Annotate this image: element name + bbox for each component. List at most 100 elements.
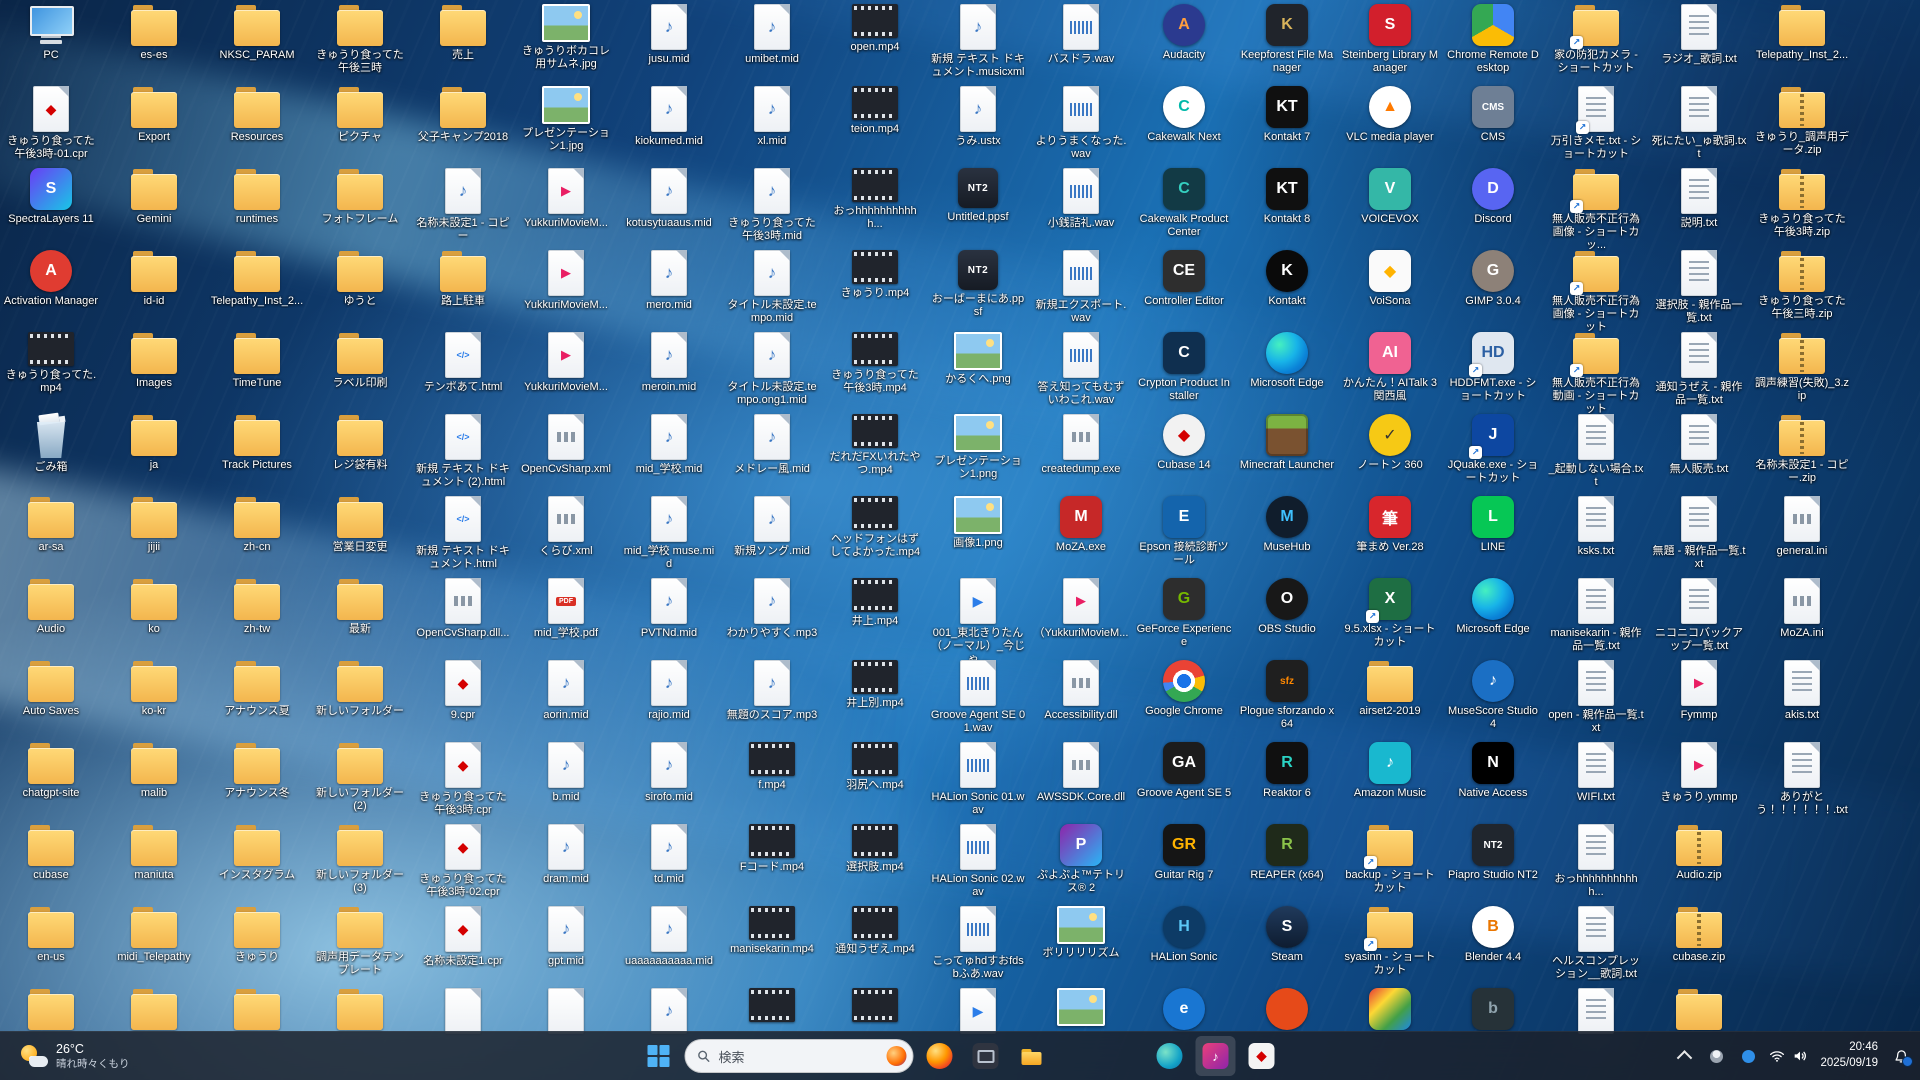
desktop-icon[interactable]: 新しいフォルダー (2) xyxy=(311,740,409,813)
desktop-icon[interactable]: ◆きゅうり食ってた午後3時-02.cpr xyxy=(414,822,512,899)
desktop-icon[interactable]: きゅうり食ってた.mp4 xyxy=(2,330,100,395)
desktop-icon[interactable]: ◆9.cpr xyxy=(414,658,512,722)
desktop-icon[interactable]: アナウンス夏 xyxy=(208,658,306,718)
desktop-icon[interactable] xyxy=(2,986,100,1033)
desktop-icon[interactable]: ↗syasinn - ショートカット xyxy=(1341,904,1439,977)
desktop-icon[interactable]: ksks.txt xyxy=(1547,494,1645,558)
desktop-icon[interactable]: PC xyxy=(2,2,100,62)
desktop-icon[interactable]: ▶YukkuriMovieM... xyxy=(517,330,615,394)
desktop-icon[interactable]: 選択肢.mp4 xyxy=(826,822,924,874)
desktop-icon[interactable]: インスタグラム xyxy=(208,822,306,882)
desktop-icon[interactable]: 最新 xyxy=(311,576,409,636)
desktop-icon[interactable]: ♪mid_学校.mid xyxy=(620,412,718,476)
notification-button[interactable] xyxy=(1886,1038,1916,1074)
desktop-icon[interactable]: ♪mid_学校 muse.mid xyxy=(620,494,718,571)
desktop-icon[interactable]: ar-sa xyxy=(2,494,100,554)
desktop-icon[interactable]: SSpectraLayers 11 xyxy=(2,166,100,226)
desktop-icon[interactable]: 説明.txt xyxy=(1650,166,1748,230)
desktop-icon[interactable]: SSteam xyxy=(1238,904,1336,964)
desktop-icon[interactable]: NT2Untitled.ppsf xyxy=(929,166,1027,224)
desktop-icon[interactable]: ポリリリリズム xyxy=(1032,904,1130,960)
taskbar-app-window[interactable] xyxy=(966,1036,1006,1076)
desktop-icon[interactable]: おっhhhhhhhhhhh... xyxy=(826,166,924,231)
desktop-icon[interactable]: ◆きゅうり食ってた午後3時-01.cpr xyxy=(2,84,100,161)
desktop-icon[interactable]: ♪jusu.mid xyxy=(620,2,718,66)
desktop-icon[interactable]: DDiscord xyxy=(1444,166,1542,226)
desktop-icon[interactable]: MMuseHub xyxy=(1238,494,1336,554)
desktop-icon[interactable]: Audio.zip xyxy=(1650,822,1748,882)
desktop-icon[interactable]: 羽尻へ.mp4 xyxy=(826,740,924,792)
desktop-icon[interactable]: ↗家の防犯カメラ - ショートカット xyxy=(1547,2,1645,75)
desktop-icon[interactable]: 筆筆まめ Ver.28 xyxy=(1341,494,1439,554)
desktop-icon[interactable] xyxy=(311,986,409,1033)
desktop-icon[interactable] xyxy=(723,986,821,1025)
desktop-icon[interactable]: akis.txt xyxy=(1753,658,1851,722)
desktop-icon[interactable]: きゅうり_調声用データ.zip xyxy=(1753,84,1851,157)
desktop-icon[interactable]: Microsoft Edge xyxy=(1238,330,1336,390)
desktop-icon[interactable]: 小銭詰礼.wav xyxy=(1032,166,1130,230)
desktop-icon[interactable]: ▶YukkuriMovieM... xyxy=(517,248,615,312)
desktop-icon[interactable]: バスドラ.wav xyxy=(1032,2,1130,66)
desktop-icon[interactable]: ko xyxy=(105,576,203,636)
desktop-icon[interactable]: きゅうりボカコレ用サムネ.jpg xyxy=(517,2,615,71)
desktop-icon[interactable]: ♪わかりやすく.mp3 xyxy=(723,576,821,640)
desktop-icon[interactable]: Minecraft Launcher xyxy=(1238,412,1336,472)
taskbar-app-firefox[interactable] xyxy=(920,1036,960,1076)
desktop-icon[interactable]: Chrome Remote Desktop xyxy=(1444,2,1542,75)
desktop-icon[interactable]: maniuta xyxy=(105,822,203,882)
desktop-icon[interactable]: Export xyxy=(105,84,203,144)
desktop-icon[interactable]: ◆Cubase 14 xyxy=(1135,412,1233,472)
desktop-icon[interactable]: 営業日変更 xyxy=(311,494,409,554)
desktop-icon[interactable]: OpenCvSharp.xml xyxy=(517,412,615,476)
desktop-icon[interactable]: Images xyxy=(105,330,203,390)
desktop-icon[interactable]: ◆きゅうり食ってた午後3時.cpr xyxy=(414,740,512,817)
desktop-icon[interactable]: ↗無人販売不正行為画像 - ショートカット xyxy=(1547,248,1645,335)
desktop-icon[interactable]: TimeTune xyxy=(208,330,306,390)
desktop-icon[interactable]: KTKontakt 7 xyxy=(1238,84,1336,144)
desktop-icon[interactable]: ♪メドレー風.mid xyxy=(723,412,821,476)
desktop-icon[interactable]: きゅうり食ってた午後三時 xyxy=(311,2,409,75)
desktop-icon[interactable] xyxy=(1238,986,1336,1033)
desktop-icon[interactable]: ▲VLC media player xyxy=(1341,84,1439,144)
desktop-icon[interactable]: OpenCvSharp.dll... xyxy=(414,576,512,640)
desktop-icon[interactable]: _起動しない場合.txt xyxy=(1547,412,1645,489)
desktop-icon[interactable]: だれだFXいれたやつ.mp4 xyxy=(826,412,924,477)
taskbar-app-cubase[interactable]: ◆ xyxy=(1242,1036,1282,1076)
taskbar-app-chrome[interactable] xyxy=(1058,1036,1098,1076)
tray-app-button-2[interactable] xyxy=(1733,1038,1763,1074)
desktop-icon[interactable]: zh-tw xyxy=(208,576,306,636)
desktop-icon[interactable]: ▶きゅうり.ymmp xyxy=(1650,740,1748,804)
desktop-icon[interactable] xyxy=(1650,986,1748,1033)
desktop-icon[interactable]: AActivation Manager xyxy=(2,248,100,308)
desktop-icon[interactable]: general.ini xyxy=(1753,494,1851,558)
desktop-icon[interactable]: かるくへ.png xyxy=(929,330,1027,386)
desktop-icon[interactable]: cubase xyxy=(2,822,100,882)
desktop-icon[interactable]: HALion Sonic 01.wav xyxy=(929,740,1027,817)
desktop-icon[interactable]: teion.mp4 xyxy=(826,84,924,136)
desktop-icon[interactable]: PDFmid_学校.pdf xyxy=(517,576,615,640)
desktop-icon[interactable]: CEController Editor xyxy=(1135,248,1233,308)
desktop-icon[interactable]: J↗JQuake.exe - ショートカット xyxy=(1444,412,1542,485)
desktop-icon[interactable]: Groove Agent SE 01.wav xyxy=(929,658,1027,735)
desktop-icon[interactable]: 売上 xyxy=(414,2,512,62)
desktop-icon[interactable] xyxy=(414,986,512,1037)
desktop-icon[interactable]: runtimes xyxy=(208,166,306,226)
desktop-icon[interactable]: e xyxy=(1135,986,1233,1033)
desktop-icon[interactable]: ♪無題のスコア.mp3 xyxy=(723,658,821,722)
desktop-icon[interactable]: ♪新規 テキスト ドキュメント.musicxml xyxy=(929,2,1027,79)
desktop-icon[interactable]: manisekarin - 親作品一覧.txt xyxy=(1547,576,1645,653)
desktop-icon[interactable]: HHALion Sonic xyxy=(1135,904,1233,964)
taskbar-app-edge-beta[interactable] xyxy=(1150,1036,1190,1076)
desktop-icon[interactable]: HALion Sonic 02.wav xyxy=(929,822,1027,899)
desktop-icon[interactable]: きゅうり食ってた午後3時.mp4 xyxy=(826,330,924,395)
desktop-icon[interactable]: 通知うぜえ.mp4 xyxy=(826,904,924,956)
desktop-icon[interactable]: ピクチャ xyxy=(311,84,409,144)
desktop-icon[interactable]: ▶ xyxy=(929,986,1027,1037)
desktop-icon[interactable] xyxy=(208,986,306,1033)
desktop-icon[interactable]: en-us xyxy=(2,904,100,964)
desktop-icon[interactable]: ♪rajio.mid xyxy=(620,658,718,722)
desktop-icon[interactable]: f.mp4 xyxy=(723,740,821,792)
desktop-icon[interactable]: ◆名称未設定1.cpr xyxy=(414,904,512,968)
desktop-icon[interactable]: ↗万引きメモ.txt - ショートカット xyxy=(1547,84,1645,161)
desktop-icon[interactable]: MMoZA.exe xyxy=(1032,494,1130,554)
